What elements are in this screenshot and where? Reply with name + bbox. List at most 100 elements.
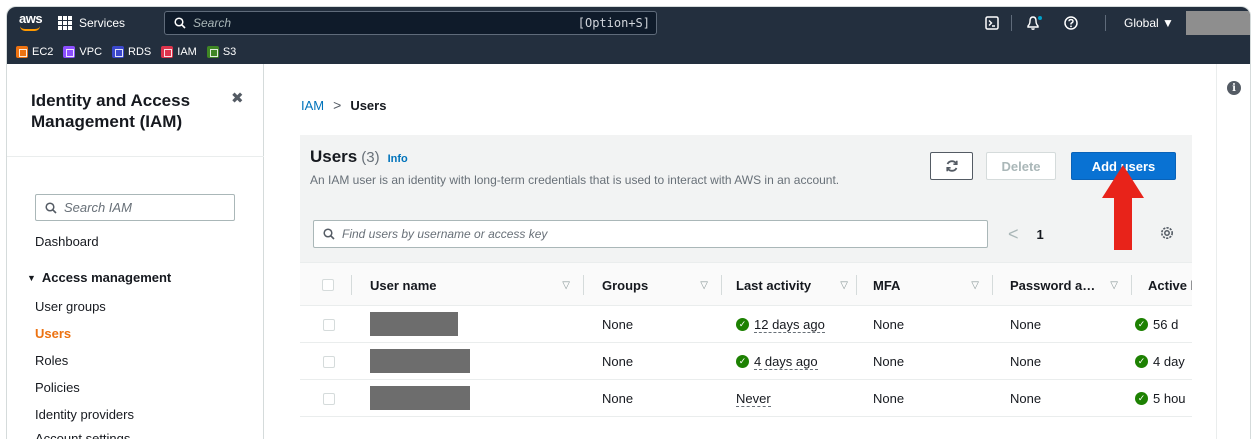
favorite-s3[interactable]: S3 xyxy=(206,45,236,58)
grid-icon xyxy=(58,16,72,30)
sort-icon: ▽ xyxy=(840,279,848,291)
favorites-bar: EC2 VPC RDS IAM S3 xyxy=(7,39,1250,64)
groups-cell: None xyxy=(602,354,634,369)
cloudshell-button[interactable] xyxy=(981,7,1003,39)
table-header: User name ▽ Groups ▽ Last activity ▽ MFA ▽ P… xyxy=(300,262,1192,306)
table-row: None ✓ 4 days ago None None ✓ 4 day xyxy=(300,343,1192,380)
users-title: Users xyxy=(310,147,358,166)
sort-icon: ▽ xyxy=(700,279,708,291)
groups-cell: None xyxy=(602,317,634,332)
sidebar-item-identity-providers[interactable]: Identity providers xyxy=(35,407,134,422)
column-divider xyxy=(1131,275,1132,295)
users-panel: Users (3) Info An IAM user is an identit… xyxy=(300,135,1192,417)
sort-icon: ▽ xyxy=(1110,279,1118,291)
mfa-cell: None xyxy=(873,354,905,369)
column-header-user-name[interactable]: User name ▽ xyxy=(370,263,576,307)
groups-cell: None xyxy=(602,391,634,406)
sidebar-item-user-groups[interactable]: User groups xyxy=(35,299,106,314)
favorite-iam[interactable]: IAM xyxy=(161,45,197,58)
delete-button[interactable]: Delete xyxy=(986,152,1056,180)
users-count: (3) xyxy=(361,149,380,166)
sidebar-search-input[interactable]: Search IAM xyxy=(35,194,235,221)
checkbox[interactable] xyxy=(322,279,334,291)
sidebar-search-placeholder: Search IAM xyxy=(64,200,132,215)
favorite-ec2[interactable]: EC2 xyxy=(16,45,53,58)
user-name-redacted[interactable] xyxy=(370,349,470,373)
sidebar-item-roles[interactable]: Roles xyxy=(35,353,68,368)
notifications-button[interactable] xyxy=(1020,7,1048,39)
aws-logo[interactable]: aws xyxy=(19,11,43,31)
help-icon xyxy=(1064,16,1078,30)
last-activity-cell: ✓ 12 days ago xyxy=(736,306,825,343)
row-checkbox[interactable] xyxy=(323,380,335,417)
sidebar-item-users[interactable]: Users xyxy=(35,326,71,341)
column-header-password-age[interactable]: Password a… ▽ xyxy=(1010,263,1124,307)
table-row: None Never None None ✓ 5 hou xyxy=(300,380,1192,417)
services-menu-button[interactable]: Services xyxy=(58,7,125,39)
success-icon: ✓ xyxy=(736,318,749,331)
favorite-vpc[interactable]: VPC xyxy=(63,45,102,58)
column-header-active-key[interactable]: Active k xyxy=(1148,263,1192,307)
refresh-icon xyxy=(945,160,958,172)
bell-icon xyxy=(1027,16,1042,30)
password-age-cell: None xyxy=(1010,317,1042,332)
column-header-last-activity[interactable]: Last activity ▽ xyxy=(736,263,854,307)
previous-page-icon[interactable]: < xyxy=(1008,224,1019,245)
caret-down-icon: ▼ xyxy=(27,272,36,283)
rds-icon xyxy=(112,45,125,58)
last-activity-cell: Never xyxy=(736,390,771,407)
filter-placeholder: Find users by username or access key xyxy=(342,227,548,241)
sidebar-section-access-management[interactable]: ▼ Access management xyxy=(27,270,171,285)
info-link[interactable]: Info xyxy=(388,153,408,165)
user-name-redacted[interactable] xyxy=(370,312,458,336)
nav-divider xyxy=(1105,15,1106,31)
user-name-redacted[interactable] xyxy=(370,386,470,410)
column-divider xyxy=(856,275,857,295)
checkbox[interactable] xyxy=(323,392,335,405)
ec2-icon xyxy=(16,45,28,58)
nav-divider xyxy=(1011,15,1012,31)
gear-icon[interactable] xyxy=(1159,225,1175,241)
sidebar-title: Identity and Access Management (IAM) xyxy=(31,91,191,131)
mfa-cell: None xyxy=(873,391,905,406)
search-icon xyxy=(45,201,57,214)
account-menu-redacted[interactable] xyxy=(1186,11,1250,35)
breadcrumb-iam[interactable]: IAM xyxy=(301,98,324,113)
search-placeholder: Search xyxy=(193,16,232,30)
column-header-mfa[interactable]: MFA ▽ xyxy=(873,263,985,307)
last-activity-cell: ✓ 4 days ago xyxy=(736,343,818,380)
breadcrumb-separator: > xyxy=(333,97,342,113)
global-search-input[interactable]: Search [Option+S] xyxy=(164,11,657,35)
pagination: < 1 xyxy=(1008,220,1044,248)
success-icon: ✓ xyxy=(1135,392,1148,405)
sidebar-item-dashboard[interactable]: Dashboard xyxy=(35,234,99,249)
top-navigation: aws Services Search [Option+S] Global ▼ xyxy=(7,7,1250,39)
info-icon[interactable]: i xyxy=(1227,81,1241,95)
breadcrumb: IAM > Users xyxy=(301,97,386,113)
help-button[interactable] xyxy=(1059,7,1083,39)
password-age-cell: None xyxy=(1010,354,1042,369)
sidebar-item-policies[interactable]: Policies xyxy=(35,380,80,395)
favorite-rds[interactable]: RDS xyxy=(112,45,151,58)
success-icon: ✓ xyxy=(1135,318,1148,331)
column-header-groups[interactable]: Groups ▽ xyxy=(602,263,714,307)
panel-description: An IAM user is an identity with long-ter… xyxy=(310,173,840,187)
active-key-cell: ✓ 4 day xyxy=(1135,343,1192,380)
refresh-button[interactable] xyxy=(930,152,973,180)
row-checkbox[interactable] xyxy=(323,343,335,380)
select-all-checkbox[interactable] xyxy=(322,263,342,307)
success-icon: ✓ xyxy=(736,355,749,368)
checkbox[interactable] xyxy=(323,318,335,331)
search-icon xyxy=(174,17,186,29)
sort-icon: ▽ xyxy=(562,279,570,291)
cloudshell-icon xyxy=(985,16,999,30)
column-divider xyxy=(721,275,722,295)
close-icon[interactable]: ✖ xyxy=(231,89,244,107)
checkbox[interactable] xyxy=(323,355,335,368)
users-filter-input[interactable]: Find users by username or access key xyxy=(313,220,988,248)
current-page[interactable]: 1 xyxy=(1037,227,1044,242)
row-checkbox[interactable] xyxy=(323,306,335,343)
region-selector[interactable]: Global ▼ xyxy=(1124,7,1174,39)
sidebar-item-account-settings[interactable]: Account settings xyxy=(35,431,130,439)
sort-icon: ▽ xyxy=(971,279,979,291)
